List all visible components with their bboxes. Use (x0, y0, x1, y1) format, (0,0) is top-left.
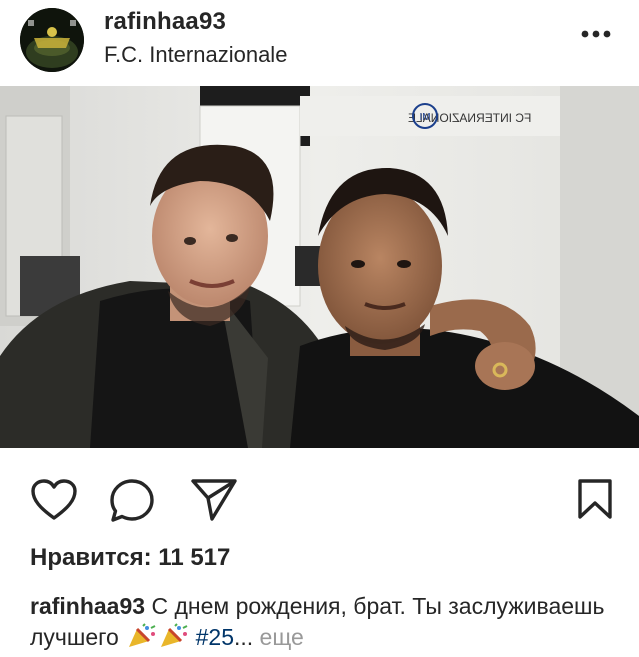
party-popper-icon (125, 623, 157, 649)
heart-icon (31, 479, 77, 520)
comment-button[interactable] (108, 477, 156, 528)
post-photo[interactable]: FC INTERNAZIONALE IM (0, 86, 639, 448)
likes-count[interactable]: Нравится: 11 517 (30, 544, 230, 572)
svg-text:IM: IM (419, 112, 430, 123)
caption-hashtag[interactable]: #25 (196, 624, 234, 650)
bookmark-icon (578, 479, 612, 519)
share-button[interactable] (190, 476, 238, 527)
post-photo-image: FC INTERNAZIONALE IM (0, 86, 639, 448)
comment-bubble-icon (110, 479, 154, 522)
caption-username[interactable]: rafinhaa93 (30, 593, 145, 619)
post-username[interactable]: rafinhaa93 (104, 8, 226, 36)
save-button[interactable] (577, 478, 613, 525)
more-options-button[interactable] (580, 27, 612, 39)
post-header: rafinhaa93 F.C. Internazionale (0, 0, 639, 86)
post-caption: rafinhaa93 С днем рождения, брат. Ты зас… (30, 591, 610, 653)
more-horizontal-icon (581, 30, 611, 38)
like-button[interactable] (30, 478, 78, 527)
party-popper-icon (157, 623, 189, 649)
caption-ellipsis: ... (233, 624, 254, 650)
avatar-image (20, 8, 84, 72)
avatar[interactable] (20, 8, 84, 72)
post-location[interactable]: F.C. Internazionale (104, 42, 287, 68)
caption-more-link[interactable]: еще (260, 624, 304, 650)
post-actions (0, 448, 639, 544)
paper-plane-icon (191, 479, 237, 521)
